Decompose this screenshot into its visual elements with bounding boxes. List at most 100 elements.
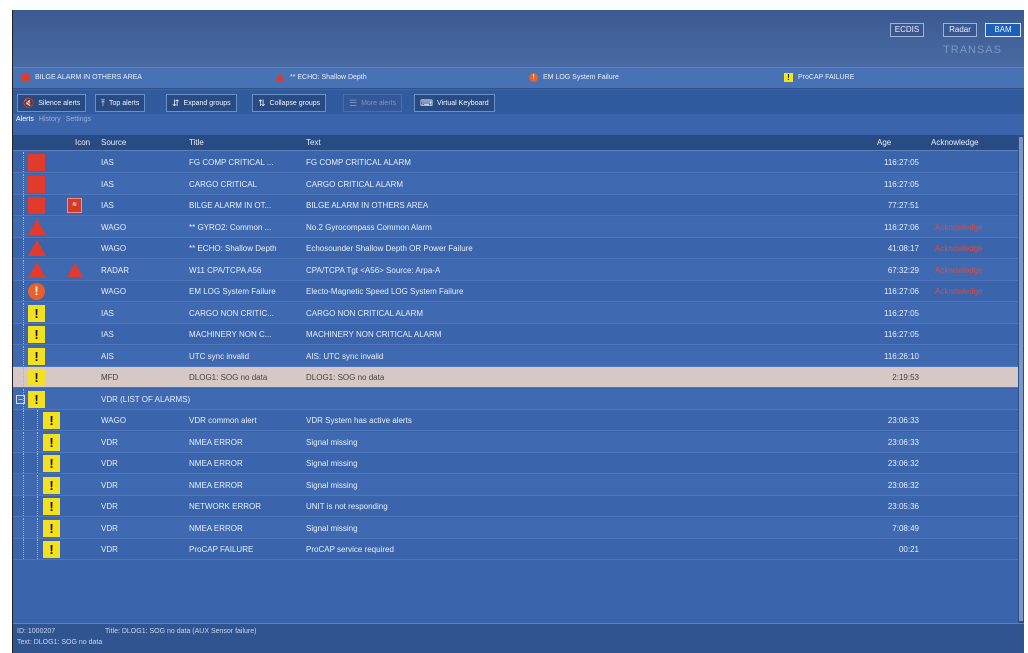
- table-row[interactable]: ≋ IAS BILGE ALARM IN OT... BILGE ALARM IN O…: [13, 195, 1019, 216]
- alert-bar-item[interactable]: ! ProCAP FAILURE: [784, 73, 854, 82]
- title-cell: NMEA ERROR: [189, 437, 243, 447]
- title-cell: NMEA ERROR: [189, 480, 243, 490]
- table-row[interactable]: WAGO ** ECHO: Shallow Depth Echosounder Sh…: [13, 238, 1019, 259]
- expand-groups-button[interactable]: ⇵ Expand groups: [166, 94, 237, 112]
- table-row[interactable]: ! WAGO EM LOG System Failure Electo-Magneti…: [13, 281, 1019, 302]
- title-cell: CARGO NON CRITIC...: [189, 308, 274, 318]
- caution-yellow-square-icon: !: [28, 369, 45, 386]
- top-alerts-button[interactable]: ⤒ Top alerts: [95, 94, 146, 112]
- orange-circle-icon: !: [529, 73, 538, 82]
- column-header-source[interactable]: Source: [101, 138, 126, 147]
- table-row[interactable]: ! VDR NMEA ERROR Signal missing 7:08:49: [13, 517, 1019, 539]
- alert-bar-item[interactable]: BILGE ALARM IN OTHERS AREA: [21, 73, 142, 82]
- table-row[interactable]: ! IAS CARGO NON CRITIC... CARGO NON CRITICA…: [13, 302, 1019, 324]
- table-row[interactable]: ! IAS MACHINERY NON C... MACHINERY NON CRIT…: [13, 324, 1019, 345]
- column-header-icon[interactable]: Icon: [75, 138, 90, 147]
- acknowledge-cell[interactable]: Acknowledge: [935, 287, 983, 296]
- table-row[interactable]: RADAR W11 CPA/TCPA A56 CPA/TCPA Tgt <A56> …: [13, 259, 1019, 281]
- acknowledge-cell[interactable]: Acknowledge: [935, 266, 983, 275]
- table-row[interactable]: ! VDR NMEA ERROR Signal missing 23:06:32: [13, 474, 1019, 496]
- caution-yellow-square-icon: !: [28, 347, 45, 365]
- bilge-alarm-icon: ≋: [67, 198, 82, 213]
- source-cell: VDR: [101, 502, 118, 511]
- mode-button-radar[interactable]: Radar: [943, 23, 977, 37]
- scrollbar-thumb[interactable]: [1019, 137, 1023, 621]
- text-cell: Signal missing: [306, 523, 358, 533]
- source-cell: WAGO: [101, 416, 127, 425]
- more-alerts-button[interactable]: ☰ More alerts: [343, 94, 403, 112]
- source-cell: MFD: [101, 373, 119, 382]
- tree-line: [23, 173, 24, 194]
- title-cell: ** ECHO: Shallow Depth: [189, 244, 277, 253]
- warning-red-triangle-icon: [28, 261, 46, 278]
- table-row[interactable]: ! VDR NMEA ERROR Signal missing 23:06:33: [13, 431, 1019, 453]
- title-cell: CARGO CRITICAL: [189, 179, 258, 189]
- title-cell: W11 CPA/TCPA A56: [189, 265, 262, 275]
- collapse-toggle-icon[interactable]: −: [16, 394, 25, 404]
- caution-yellow-square-icon: !: [43, 541, 60, 558]
- table-row[interactable]: ! MFD DLOG1: SOG no data DLOG1: SOG no data…: [13, 367, 1019, 388]
- alarm-red-square-icon: [28, 154, 45, 171]
- table-row[interactable]: IAS FG COMP CRITICAL ... FG COMP CRITICAL …: [13, 152, 1019, 173]
- tree-line: [23, 474, 24, 495]
- age-cell: 23:05:36: [887, 502, 919, 511]
- table-row[interactable]: ! VDR NMEA ERROR Signal missing 23:06:32: [13, 453, 1019, 474]
- source-cell: IAS: [101, 330, 114, 339]
- acknowledge-cell[interactable]: Acknowledge: [935, 223, 983, 232]
- collapse-icon: ⇅: [258, 97, 266, 108]
- column-header-acknowledge[interactable]: Acknowledge: [931, 138, 979, 147]
- age-cell: 23:06:32: [887, 459, 919, 468]
- alert-bar-text: BILGE ALARM IN OTHERS AREA: [35, 74, 142, 81]
- tab-alerts[interactable]: Alerts: [16, 116, 34, 123]
- table-row[interactable]: ! VDR ProCAP FAILURE ProCAP service require…: [13, 539, 1019, 560]
- vertical-scrollbar[interactable]: [1018, 135, 1024, 623]
- details-footer: ID: 1000207 Title: DLOG1: SOG no data (A…: [13, 623, 1024, 653]
- red-triangle-icon: [275, 73, 285, 82]
- column-header-title[interactable]: Title: [189, 138, 204, 147]
- title-cell: NMEA ERROR: [189, 523, 243, 533]
- tree-line: [23, 410, 24, 430]
- acknowledge-cell[interactable]: Acknowledge: [935, 244, 983, 253]
- tree-line: [37, 539, 38, 559]
- list-icon: ☰: [349, 97, 358, 108]
- tree-line: [37, 496, 38, 516]
- text-cell: UNIT is not responding: [306, 502, 388, 511]
- tab-settings[interactable]: Settings: [66, 116, 91, 123]
- source-cell: VDR: [101, 523, 118, 533]
- group-row[interactable]: −! VDR (LIST OF ALARMS): [13, 388, 1019, 410]
- caution-yellow-square-icon: !: [43, 412, 60, 429]
- age-cell: 77:27:51: [887, 201, 919, 210]
- alert-bar-text: ProCAP FAILURE: [798, 74, 855, 81]
- table-row[interactable]: ! WAGO VDR common alert VDR System has acti…: [13, 410, 1019, 431]
- table-row[interactable]: WAGO ** GYRO2: Common ... No.2 Gyrocompass…: [13, 216, 1019, 238]
- tab-history[interactable]: History: [39, 116, 61, 123]
- tree-line: [23, 345, 24, 366]
- column-header-age[interactable]: Age: [877, 138, 891, 147]
- tree-line: [23, 431, 24, 452]
- mode-button-ecdis[interactable]: ECDIS: [890, 23, 924, 37]
- age-cell: 41:08:17: [887, 244, 919, 253]
- caution-yellow-square-icon: !: [43, 433, 60, 451]
- red-square-icon: [21, 73, 30, 82]
- mode-button-bam[interactable]: BAM: [985, 23, 1021, 37]
- table-row[interactable]: ! VDR NETWORK ERROR UNIT is not responding 2…: [13, 496, 1019, 517]
- footer-text: Text: DLOG1: SOG no data: [17, 639, 103, 646]
- silence-alerts-button[interactable]: 🔇 Silence alerts: [17, 94, 87, 112]
- column-header-text[interactable]: Text: [306, 138, 321, 147]
- caution-yellow-square-icon: !: [43, 519, 60, 537]
- warning-red-triangle-icon: [28, 218, 46, 235]
- table-row[interactable]: ! AIS UTC sync invalid AIS: UTC sync invali…: [13, 345, 1019, 367]
- radar-target-icon: [67, 262, 83, 277]
- alert-bar-item[interactable]: ** ECHO: Shallow Depth: [275, 73, 367, 82]
- text-cell: Electo-Magnetic Speed LOG System Failure: [306, 287, 464, 296]
- title-cell: BILGE ALARM IN OT...: [189, 201, 272, 210]
- source-cell: IAS: [101, 179, 114, 189]
- table-row[interactable]: IAS CARGO CRITICAL CARGO CRITICAL ALARM 116…: [13, 173, 1019, 195]
- collapse-groups-button[interactable]: ⇅ Collapse groups: [252, 94, 327, 112]
- virtual-keyboard-button[interactable]: ⌨ Virtual Keyboard: [414, 94, 495, 112]
- alert-bar-item[interactable]: ! EM LOG System Failure: [529, 73, 619, 82]
- text-cell: CARGO CRITICAL ALARM: [306, 179, 404, 189]
- age-cell: 116:27:06: [884, 287, 919, 296]
- tree-line: [37, 474, 38, 495]
- title-cell: NMEA ERROR: [189, 459, 243, 468]
